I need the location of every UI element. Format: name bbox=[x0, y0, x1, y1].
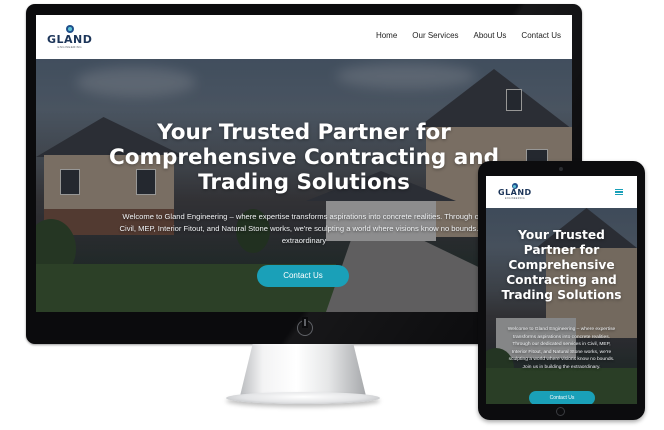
nav-contact-us[interactable]: Contact Us bbox=[521, 31, 561, 40]
monitor-stand-neck bbox=[240, 344, 366, 396]
contact-us-button[interactable]: Contact Us bbox=[257, 265, 349, 287]
monitor-stand-base bbox=[226, 392, 380, 404]
hero-title-line: Trading Solutions bbox=[501, 288, 622, 302]
hero-text-line: Through our dedicated services in Civil,… bbox=[512, 342, 611, 348]
contact-us-button[interactable]: Contact Us bbox=[529, 391, 595, 404]
logo-mark-icon bbox=[65, 25, 74, 33]
hero-text-line: Join us in building the extraordinary. bbox=[522, 364, 601, 370]
desktop-navbar: GLAND ENGINEERING Home Our Services Abou… bbox=[36, 15, 572, 59]
home-button[interactable] bbox=[556, 407, 565, 416]
nav-home[interactable]: Home bbox=[376, 31, 397, 40]
power-icon[interactable] bbox=[297, 319, 313, 336]
site-logo[interactable]: GLAND ENGINEERING bbox=[498, 183, 532, 200]
tablet-device: GLAND ENGINEERING Your Trusted Partner f… bbox=[478, 161, 645, 420]
nav-about-us[interactable]: About Us bbox=[474, 31, 507, 40]
hero-text-line: Interior Fitout, and Natural Stone works… bbox=[511, 349, 612, 355]
hero-title-line: Partner for bbox=[523, 243, 600, 257]
logo-subtext: ENGINEERING bbox=[57, 45, 82, 49]
hero-title-line: Contracting and bbox=[506, 273, 617, 287]
camera-icon bbox=[559, 167, 563, 171]
hero-title-line: Comprehensive bbox=[508, 258, 615, 272]
hero-title-line: Your Trusted Partner for bbox=[157, 120, 451, 145]
logo-text: GLAND bbox=[47, 33, 93, 46]
hero-text-line: sculpting a world where visions know no … bbox=[508, 357, 615, 363]
hero-text-line: Welcome to Gland Engineering – where exp… bbox=[507, 327, 616, 332]
hamburger-menu-icon[interactable] bbox=[615, 189, 623, 195]
nav-links: Home Our Services About Us Contact Us bbox=[376, 31, 561, 40]
nav-our-services[interactable]: Our Services bbox=[412, 31, 458, 40]
logo-mark-icon bbox=[511, 183, 518, 189]
hero-text-line: transforms aspirations into concrete rea… bbox=[512, 334, 611, 340]
site-logo[interactable]: GLAND ENGINEERING bbox=[47, 25, 92, 49]
hero-section: Your Trusted Partner for Comprehensive C… bbox=[486, 208, 637, 404]
tablet-navbar: GLAND ENGINEERING bbox=[486, 176, 637, 208]
logo-text: GLAND bbox=[498, 188, 532, 197]
hero-title-line: Your Trusted bbox=[518, 228, 605, 242]
tablet-screen: GLAND ENGINEERING Your Trusted Partner f… bbox=[486, 176, 637, 404]
logo-subtext: ENGINEERING bbox=[504, 197, 525, 200]
hero-title: Your Trusted Partner for Comprehensive C… bbox=[486, 228, 637, 303]
hero-description: Welcome to Gland Engineering – where exp… bbox=[496, 326, 627, 372]
